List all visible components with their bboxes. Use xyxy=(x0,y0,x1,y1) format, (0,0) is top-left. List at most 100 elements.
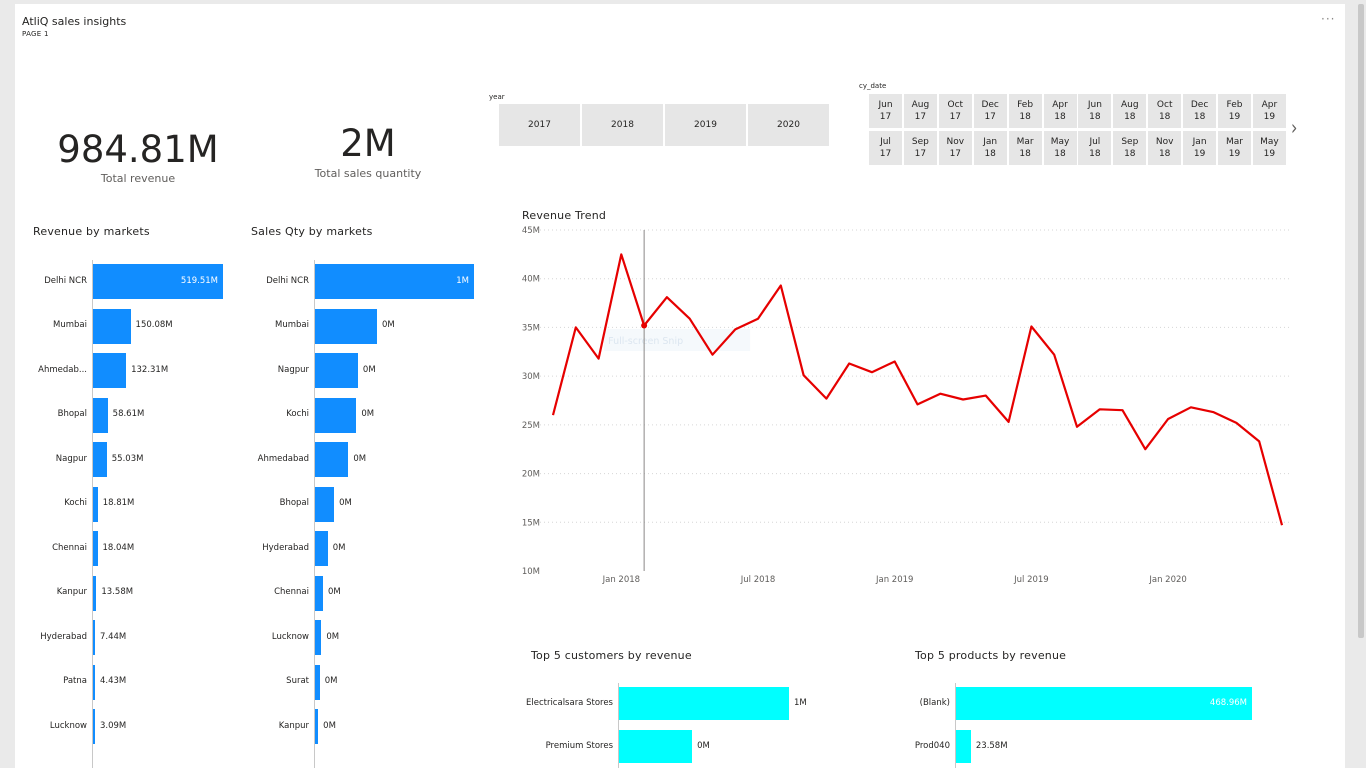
date-month: Jun xyxy=(1087,100,1102,110)
date-option-jan-18[interactable]: Jan 18 xyxy=(973,131,1007,165)
date-option-sep-18[interactable]: Sep 18 xyxy=(1113,131,1147,165)
page-label: PAGE 1 xyxy=(22,30,49,38)
date-year: 19 xyxy=(1263,112,1276,122)
date-option-aug-18[interactable]: Aug 18 xyxy=(1113,94,1147,128)
date-year: 19 xyxy=(1263,149,1276,159)
year-option-2019[interactable]: 2019 xyxy=(665,104,746,146)
date-option-feb-19[interactable]: Feb 19 xyxy=(1218,94,1251,128)
date-option-dec-17[interactable]: Dec 17 xyxy=(973,94,1007,128)
y-tick-label: 25M xyxy=(522,421,540,431)
bar[interactable] xyxy=(93,531,98,566)
bar[interactable] xyxy=(93,709,95,744)
bar-value-label: 0M xyxy=(332,542,346,553)
year-option-2017[interactable]: 2017 xyxy=(499,104,580,146)
date-month: Sep xyxy=(1121,137,1139,147)
date-option-sep-17[interactable]: Sep 17 xyxy=(903,131,937,165)
date-option-jul-18[interactable]: Jul 18 xyxy=(1078,131,1112,165)
bar-value-label: 23.58M xyxy=(975,740,1008,751)
bar[interactable] xyxy=(315,664,320,700)
date-option-nov-17[interactable]: Nov 17 xyxy=(938,131,972,165)
date-month: May xyxy=(1050,137,1070,147)
bar-category-label: Lucknow xyxy=(49,720,87,731)
year-slicer-title: year xyxy=(489,93,505,101)
bar[interactable] xyxy=(315,709,319,744)
vertical-scrollbar[interactable] xyxy=(1358,4,1364,638)
date-month: Jul xyxy=(880,137,891,147)
date-year: 18 xyxy=(1124,149,1136,159)
date-month: Aug xyxy=(911,100,930,110)
x-tick-label: Jul 2019 xyxy=(1013,575,1049,585)
bar[interactable] xyxy=(315,442,349,477)
bar-value-label: 3.09M xyxy=(100,720,127,731)
date-month: Mar xyxy=(1016,137,1034,147)
bar[interactable] xyxy=(315,353,358,388)
bar-category-label: Chennai xyxy=(274,587,309,597)
bar-category-label: Kochi xyxy=(64,498,87,508)
bar-category-label: Hyderabad xyxy=(40,631,87,642)
bar[interactable] xyxy=(93,486,98,522)
x-tick-label: Jan 2019 xyxy=(875,575,913,585)
bar[interactable] xyxy=(93,308,131,344)
date-option-jan-19[interactable]: Jan 19 xyxy=(1183,131,1217,165)
bar-category-label: Ahmedabad xyxy=(257,453,309,464)
year-option-2018[interactable]: 2018 xyxy=(582,104,663,146)
date-month: Oct xyxy=(1156,100,1173,110)
date-option-aug-17[interactable]: Aug 17 xyxy=(903,94,937,128)
date-option-nov-18[interactable]: Nov 18 xyxy=(1148,131,1182,165)
more-options-icon[interactable]: ··· xyxy=(1321,12,1335,26)
date-month: Sep xyxy=(911,137,929,147)
y-tick-label: 30M xyxy=(522,372,540,382)
bar-value-label: 0M xyxy=(361,409,375,419)
bar-value-label: 150.08M xyxy=(135,320,173,330)
date-option-jun-18[interactable]: Jun 18 xyxy=(1078,94,1112,128)
bar-value-label: 0M xyxy=(362,364,376,375)
bar-value-label: 1M xyxy=(456,275,469,286)
bar-category-label: Bhopal xyxy=(57,409,87,419)
date-option-apr-18[interactable]: Apr 18 xyxy=(1043,94,1077,128)
date-year: 18 xyxy=(1158,149,1171,159)
date-option-mar-18[interactable]: Mar 18 xyxy=(1008,131,1042,165)
date-option-jun-17[interactable]: Jun 17 xyxy=(869,94,902,128)
revenue-trend-chart: 10M 15M 20M 25M 30M 35M 40M 45M Jan 2018 Jul 2018… xyxy=(522,226,1290,585)
chevron-right-icon[interactable]: › xyxy=(1291,115,1297,140)
bar-category-label: Nagpur xyxy=(277,364,309,375)
total-revenue-value: 984.81M xyxy=(57,128,219,171)
date-option-oct-18[interactable]: Oct 18 xyxy=(1148,94,1182,128)
bar-value-label: 58.61M xyxy=(112,409,145,419)
bar[interactable] xyxy=(619,730,693,763)
bar-value-label: 0M xyxy=(324,676,338,686)
bar[interactable] xyxy=(956,730,971,763)
bar-value-label: 13.58M xyxy=(101,587,134,597)
date-month: Nov xyxy=(946,137,965,147)
bar[interactable] xyxy=(315,575,323,611)
bar[interactable] xyxy=(93,397,108,433)
date-option-dec-18[interactable]: Dec 18 xyxy=(1183,94,1217,128)
date-option-apr-19[interactable]: Apr 19 xyxy=(1252,94,1286,128)
bar[interactable] xyxy=(315,531,328,566)
date-option-may-19[interactable]: May 19 xyxy=(1252,131,1286,165)
bar[interactable] xyxy=(93,575,97,611)
bar-category-label: Delhi NCR xyxy=(44,275,87,286)
date-option-jul-17[interactable]: Jul 17 xyxy=(869,131,902,165)
bar[interactable] xyxy=(619,687,789,720)
bar[interactable] xyxy=(93,442,107,477)
date-month: Feb xyxy=(1226,100,1243,110)
bar[interactable] xyxy=(93,353,127,388)
bar[interactable] xyxy=(315,486,335,522)
x-tick-label: Jul 2018 xyxy=(740,575,776,585)
date-option-feb-18[interactable]: Feb 18 xyxy=(1008,94,1042,128)
date-slicer-title: cy_date xyxy=(859,82,887,90)
y-tick-label: 15M xyxy=(522,518,540,528)
date-option-may-18[interactable]: May 18 xyxy=(1043,131,1077,165)
bar[interactable] xyxy=(315,308,377,344)
bar-value-label: 468.96M xyxy=(1209,697,1247,708)
year-option-2020[interactable]: 2020 xyxy=(748,104,829,146)
date-month: Oct xyxy=(947,100,964,110)
date-option-mar-19[interactable]: Mar 19 xyxy=(1218,131,1251,165)
bar[interactable] xyxy=(93,664,95,700)
bar[interactable] xyxy=(315,620,322,655)
bar[interactable] xyxy=(315,397,357,433)
date-option-oct-17[interactable]: Oct 17 xyxy=(938,94,972,128)
bar[interactable] xyxy=(93,620,95,655)
bar-value-label: 0M xyxy=(697,740,710,751)
